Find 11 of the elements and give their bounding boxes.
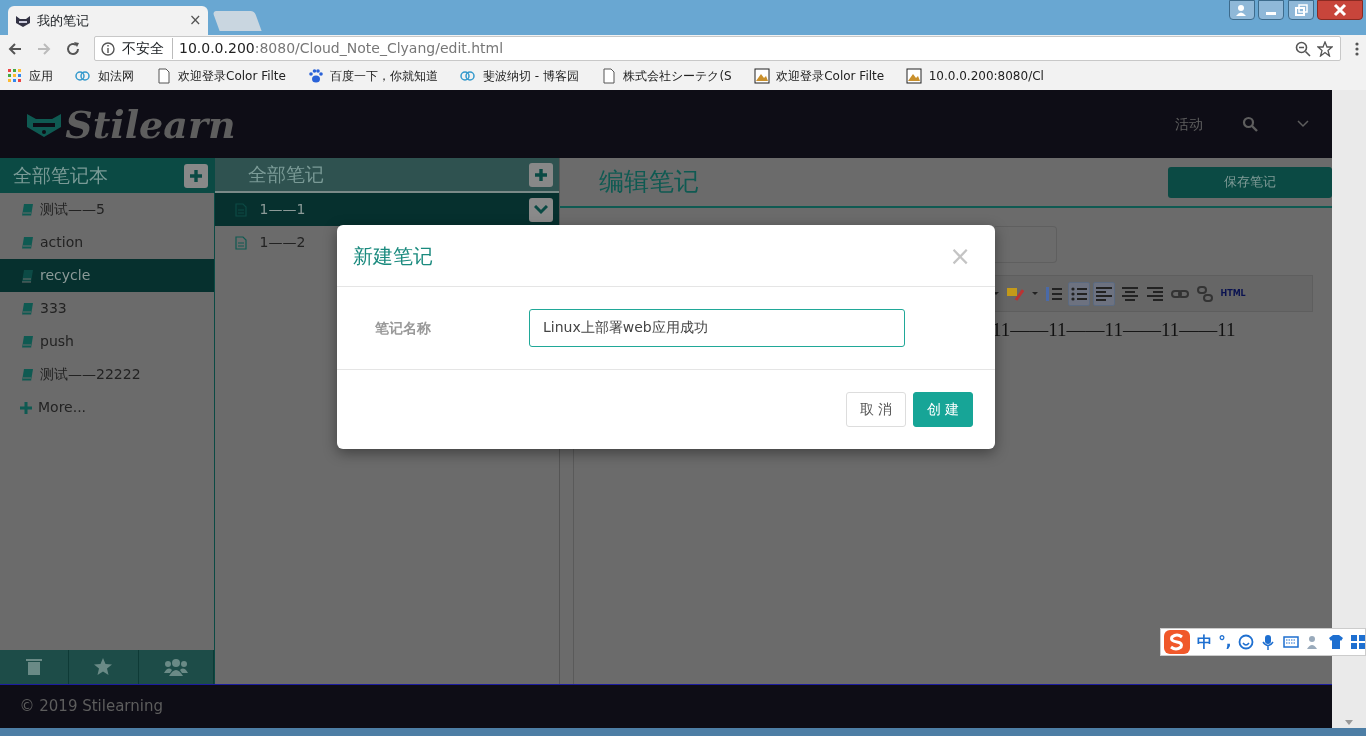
url-text: 10.0.0.200:8080/Cloud_Note_Clyang/edit.html: [179, 39, 505, 58]
dialog-title: 新建笔记: [353, 242, 433, 270]
panel-title: 全部笔记: [248, 162, 324, 188]
logo-text: Stilearn: [65, 100, 236, 149]
footer-text: © 2019 Stilearning: [0, 684, 1332, 728]
page-title: 编辑笔记: [599, 166, 699, 199]
panel-title: 全部笔记本: [13, 163, 108, 189]
field-label: 笔记名称: [374, 318, 432, 338]
security-label: 不安全: [121, 38, 173, 59]
tab-title: 我的笔记: [37, 11, 90, 30]
note-text: 11——11——11——11——11: [992, 318, 1236, 342]
